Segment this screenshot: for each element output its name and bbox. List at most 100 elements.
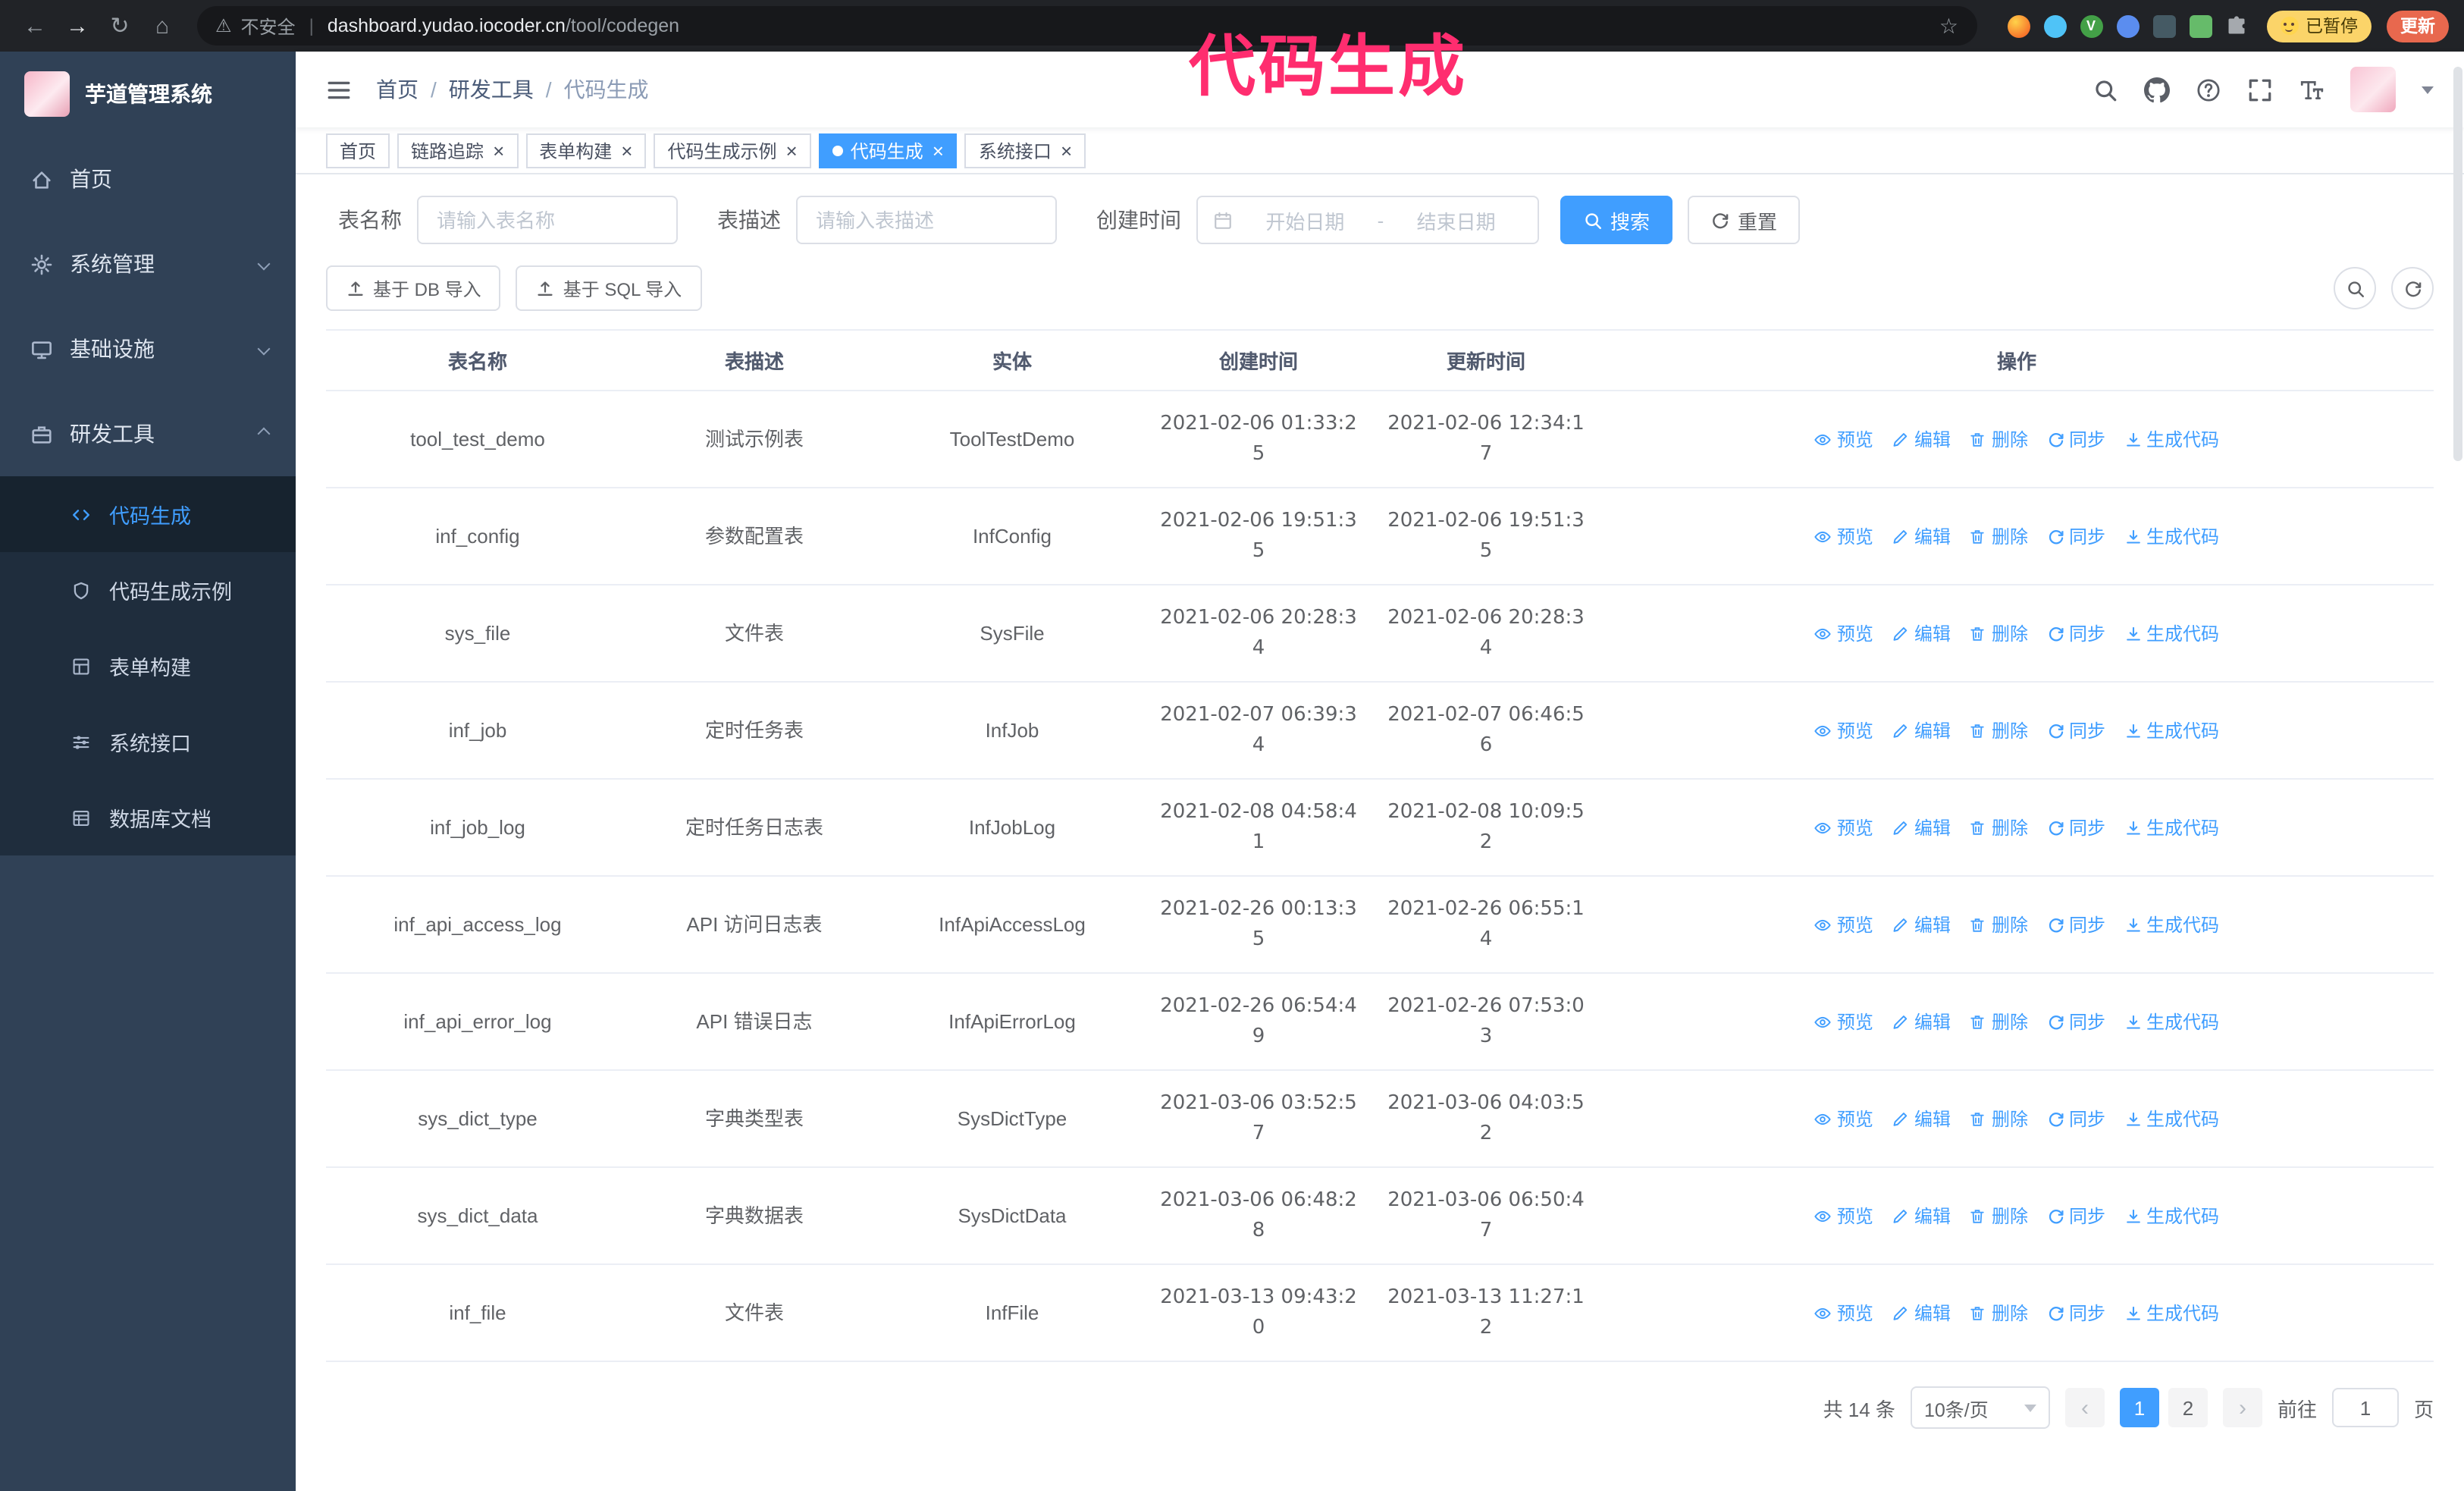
page-button[interactable]: 1 bbox=[2119, 1388, 2159, 1427]
generate-code-action[interactable]: 生成代码 bbox=[2124, 909, 2219, 940]
sidebar-subitem[interactable]: 代码生成 bbox=[0, 476, 296, 552]
edit-action[interactable]: 编辑 bbox=[1892, 1103, 1951, 1134]
sidebar-item[interactable]: 系统管理 bbox=[0, 221, 296, 306]
preview-action[interactable]: 预览 bbox=[1814, 812, 1873, 843]
delete-action[interactable]: 删除 bbox=[1969, 424, 2028, 454]
delete-action[interactable]: 删除 bbox=[1969, 812, 2028, 843]
preview-action[interactable]: 预览 bbox=[1814, 1298, 1873, 1328]
table-name-input[interactable] bbox=[417, 196, 678, 244]
preview-action[interactable]: 预览 bbox=[1814, 1201, 1873, 1231]
tab[interactable]: 首页 bbox=[326, 133, 390, 168]
page-size-select[interactable]: 10条/页 bbox=[1910, 1386, 2050, 1429]
generate-code-action[interactable]: 生成代码 bbox=[2124, 1298, 2219, 1328]
import-sql-button[interactable]: 基于 SQL 导入 bbox=[516, 265, 702, 311]
font-size-icon[interactable] bbox=[2299, 77, 2324, 102]
help-icon[interactable] bbox=[2196, 77, 2221, 102]
refresh-button[interactable] bbox=[2391, 267, 2434, 309]
preview-action[interactable]: 预览 bbox=[1814, 424, 1873, 454]
edit-action[interactable]: 编辑 bbox=[1892, 1298, 1951, 1328]
address-bar[interactable]: ⚠ 不安全 | dashboard.yudao.iocoder.cn/tool/… bbox=[197, 6, 1977, 46]
delete-action[interactable]: 删除 bbox=[1969, 909, 2028, 940]
edit-action[interactable]: 编辑 bbox=[1892, 1006, 1951, 1037]
generate-code-action[interactable]: 生成代码 bbox=[2124, 1103, 2219, 1134]
tab[interactable]: 代码生成 × bbox=[818, 133, 958, 168]
browser-reload-icon[interactable]: ↻ bbox=[100, 6, 140, 46]
search-button[interactable]: 搜索 bbox=[1560, 196, 1673, 244]
sync-action[interactable]: 同步 bbox=[2046, 424, 2105, 454]
generate-code-action[interactable]: 生成代码 bbox=[2124, 715, 2219, 746]
tab[interactable]: 表单构建 × bbox=[525, 133, 647, 168]
delete-action[interactable]: 删除 bbox=[1969, 618, 2028, 648]
leaf-extension-icon[interactable] bbox=[2189, 14, 2212, 37]
preview-action[interactable]: 预览 bbox=[1814, 715, 1873, 746]
tab[interactable]: 系统接口 × bbox=[964, 133, 1086, 168]
edit-action[interactable]: 编辑 bbox=[1892, 521, 1951, 551]
sidebar-subitem[interactable]: 系统接口 bbox=[0, 704, 296, 780]
edit-action[interactable]: 编辑 bbox=[1892, 909, 1951, 940]
logo[interactable]: 芋道管理系统 bbox=[0, 52, 296, 137]
sidebar-subitem[interactable]: 数据库文档 bbox=[0, 780, 296, 855]
date-range-picker[interactable]: 开始日期 - 结束日期 bbox=[1196, 196, 1539, 244]
toggle-search-button[interactable] bbox=[2334, 267, 2376, 309]
generate-code-action[interactable]: 生成代码 bbox=[2124, 521, 2219, 551]
preview-action[interactable]: 预览 bbox=[1814, 1103, 1873, 1134]
preview-action[interactable]: 预览 bbox=[1814, 1006, 1873, 1037]
browser-home-icon[interactable]: ⌂ bbox=[143, 6, 182, 46]
users-extension-icon[interactable] bbox=[2116, 14, 2139, 37]
goto-page-input[interactable] bbox=[2331, 1388, 2399, 1427]
generate-code-action[interactable]: 生成代码 bbox=[2124, 812, 2219, 843]
sync-action[interactable]: 同步 bbox=[2046, 1298, 2105, 1328]
sidebar-item[interactable]: 研发工具 bbox=[0, 391, 296, 476]
caret-down-icon[interactable] bbox=[2422, 86, 2434, 93]
sidebar-item[interactable]: 首页 bbox=[0, 137, 296, 221]
avatar[interactable] bbox=[2350, 67, 2396, 112]
tab[interactable]: 代码生成示例 × bbox=[654, 133, 811, 168]
breadcrumb-dev-tools[interactable]: 研发工具 bbox=[449, 74, 534, 105]
sync-action[interactable]: 同步 bbox=[2046, 1006, 2105, 1037]
preview-action[interactable]: 预览 bbox=[1814, 521, 1873, 551]
close-icon[interactable]: × bbox=[786, 140, 798, 160]
sidebar-item[interactable]: 基础设施 bbox=[0, 306, 296, 391]
preview-action[interactable]: 预览 bbox=[1814, 618, 1873, 648]
puzzle-icon[interactable] bbox=[2225, 14, 2248, 37]
green-check-extension-icon[interactable]: V bbox=[2080, 14, 2102, 37]
paused-badge[interactable]: 已暂停 bbox=[2266, 10, 2372, 42]
page-button[interactable]: 2 bbox=[2168, 1388, 2208, 1427]
update-button[interactable]: 更新 bbox=[2387, 10, 2449, 42]
dark-extension-icon[interactable] bbox=[2152, 14, 2175, 37]
delete-action[interactable]: 删除 bbox=[1969, 1103, 2028, 1134]
github-icon[interactable] bbox=[2144, 77, 2170, 102]
generate-code-action[interactable]: 生成代码 bbox=[2124, 1006, 2219, 1037]
delete-action[interactable]: 删除 bbox=[1969, 1201, 2028, 1231]
orange-extension-icon[interactable] bbox=[2007, 14, 2030, 37]
table-desc-input[interactable] bbox=[796, 196, 1057, 244]
sync-action[interactable]: 同步 bbox=[2046, 521, 2105, 551]
edit-action[interactable]: 编辑 bbox=[1892, 715, 1951, 746]
search-icon[interactable] bbox=[2093, 77, 2118, 102]
next-page-button[interactable]: › bbox=[2222, 1388, 2262, 1427]
edit-action[interactable]: 编辑 bbox=[1892, 424, 1951, 454]
sync-action[interactable]: 同步 bbox=[2046, 618, 2105, 648]
edit-action[interactable]: 编辑 bbox=[1892, 812, 1951, 843]
delete-action[interactable]: 删除 bbox=[1969, 521, 2028, 551]
sidebar-subitem[interactable]: 表单构建 bbox=[0, 628, 296, 704]
close-icon[interactable]: × bbox=[933, 140, 944, 160]
preview-action[interactable]: 预览 bbox=[1814, 909, 1873, 940]
import-db-button[interactable]: 基于 DB 导入 bbox=[326, 265, 501, 311]
delete-action[interactable]: 删除 bbox=[1969, 1006, 2028, 1037]
browser-back-icon[interactable]: ← bbox=[15, 6, 55, 46]
sync-action[interactable]: 同步 bbox=[2046, 909, 2105, 940]
prev-page-button[interactable]: ‹ bbox=[2064, 1388, 2105, 1427]
sync-action[interactable]: 同步 bbox=[2046, 1201, 2105, 1231]
close-icon[interactable]: × bbox=[1061, 140, 1072, 160]
close-icon[interactable]: × bbox=[621, 140, 632, 160]
delete-action[interactable]: 删除 bbox=[1969, 1298, 2028, 1328]
reset-button[interactable]: 重置 bbox=[1688, 196, 1801, 244]
scrollbar-thumb[interactable] bbox=[2453, 67, 2462, 461]
generate-code-action[interactable]: 生成代码 bbox=[2124, 424, 2219, 454]
sync-action[interactable]: 同步 bbox=[2046, 715, 2105, 746]
sidebar-subitem[interactable]: 代码生成示例 bbox=[0, 552, 296, 628]
sidebar-toggle-icon[interactable] bbox=[326, 77, 352, 102]
close-icon[interactable]: × bbox=[493, 140, 504, 160]
tab[interactable]: 链路追踪 × bbox=[397, 133, 519, 168]
